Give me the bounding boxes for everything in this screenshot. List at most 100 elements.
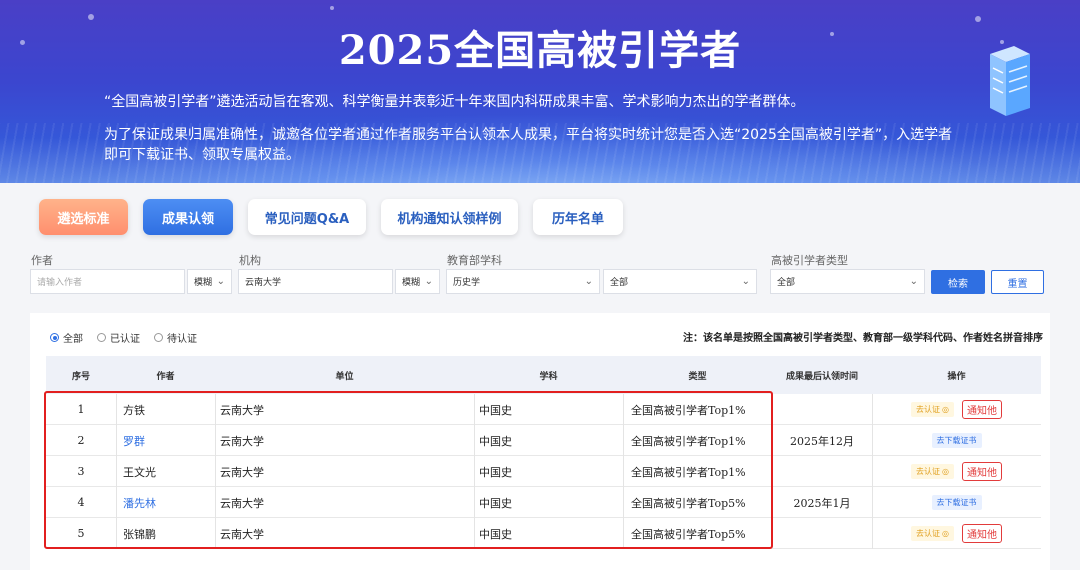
chevron-down-icon: ⌄ xyxy=(741,276,750,287)
row-claim-time xyxy=(772,456,872,487)
subject-sub-value: 全部 xyxy=(610,278,629,288)
type-filter-label: 高被引学者类型 xyxy=(771,254,848,267)
author-match-value: 模糊 xyxy=(194,278,213,288)
radio-label: 已认证 xyxy=(110,334,140,345)
banner-notice-cont: 即可下载证书、领取专属权益。 xyxy=(104,147,300,163)
divider xyxy=(474,456,475,487)
banner-notice: 为了保证成果归属准确性，诚邀各位学者通过作者服务平台认领本人成果，平台将实时统计… xyxy=(104,127,953,143)
subject-filter-label: 教育部学科 xyxy=(447,254,502,267)
row-type: 全国高被引学者Top5% xyxy=(631,496,746,510)
row-author: 王文光 xyxy=(123,465,156,479)
row-actions: 去认证 ◎ 通知他 xyxy=(872,518,1041,549)
subject-value: 历史学 xyxy=(453,278,481,288)
row-type: 全国高被引学者Top5% xyxy=(631,527,746,541)
radio-icon xyxy=(97,333,106,342)
table-header: 序号 作者 单位 学科 类型 成果最后认领时间 操作 xyxy=(46,356,1041,394)
go-verify-label: 去认证 xyxy=(916,467,940,476)
row-claim-time: 2025年1月 xyxy=(793,496,851,510)
row-subject: 中国史 xyxy=(479,496,512,510)
row-unit: 云南大学 xyxy=(220,465,264,479)
row-no: 4 xyxy=(77,496,85,509)
row-claim-time xyxy=(772,518,872,549)
notify-button[interactable]: 通知他 xyxy=(961,462,1002,481)
row-subject: 中国史 xyxy=(479,465,512,479)
row-type: 全国高被引学者Top1% xyxy=(631,465,746,479)
page-title: 2025全国高被引学者 xyxy=(338,27,742,74)
search-button[interactable]: 检索 xyxy=(931,270,985,294)
divider xyxy=(116,394,117,425)
divider xyxy=(116,518,117,549)
tab-org-notice-sample[interactable]: 机构通知认领样例 xyxy=(381,199,518,235)
radio-icon xyxy=(154,333,163,342)
divider xyxy=(116,425,117,456)
col-author: 作者 xyxy=(156,371,175,382)
subject-select[interactable]: 历史学 ⌄ xyxy=(446,269,600,294)
table-row: 2 罗群 云南大学 中国史 全国高被引学者Top1% 2025年12月 去下载证… xyxy=(46,425,1041,456)
row-author-link[interactable]: 潘先林 xyxy=(123,487,156,518)
row-author: 方铁 xyxy=(123,403,145,417)
table-row: 5 张锦鹏 云南大学 中国史 全国高被引学者Top5% 去认证 ◎ 通知他 xyxy=(46,518,1041,549)
divider xyxy=(623,518,624,549)
shield-check-icon: ◎ xyxy=(942,529,949,538)
row-author-link[interactable]: 罗群 xyxy=(123,425,145,456)
divider xyxy=(215,394,216,425)
table-row: 4 潘先林 云南大学 中国史 全国高被引学者Top5% 2025年1月 去下载证… xyxy=(46,487,1041,518)
tab-claim-results[interactable]: 成果认领 xyxy=(143,199,233,235)
radio-all[interactable]: 全部 xyxy=(50,330,83,345)
shield-check-icon: ◎ xyxy=(942,467,949,476)
chevron-down-icon: ⌄ xyxy=(216,276,225,287)
tab-past-lists[interactable]: 历年名单 xyxy=(533,199,623,235)
go-verify-button[interactable]: 去认证 ◎ xyxy=(911,526,954,541)
subject-sub-select[interactable]: 全部 ⌄ xyxy=(603,269,757,294)
banner: 2025全国高被引学者 “全国高被引学者”遴选活动旨在客观、科学衡量并表彰近十年… xyxy=(0,0,1080,183)
divider xyxy=(215,518,216,549)
org-match-value: 模糊 xyxy=(402,278,421,288)
row-no: 2 xyxy=(77,434,85,447)
col-subject: 学科 xyxy=(539,371,558,382)
row-claim-time xyxy=(772,394,872,425)
shield-check-icon: ◎ xyxy=(942,405,949,414)
go-verify-button[interactable]: 去认证 ◎ xyxy=(911,402,954,417)
notify-button[interactable]: 通知他 xyxy=(961,400,1002,419)
table-row: 1 方铁 云南大学 中国史 全国高被引学者Top1% 去认证 ◎ 通知他 xyxy=(46,394,1041,425)
col-no: 序号 xyxy=(71,371,90,382)
tab-faq[interactable]: 常见问题Q&A xyxy=(248,199,366,235)
download-certificate-button[interactable]: 去下载证书 xyxy=(931,433,982,448)
author-input[interactable]: 请输入作者 xyxy=(30,269,185,294)
divider xyxy=(116,487,117,518)
row-actions: 去下载证书 xyxy=(872,487,1041,518)
table-row: 3 王文光 云南大学 中国史 全国高被引学者Top1% 去认证 ◎ 通知他 xyxy=(46,456,1041,487)
org-input[interactable]: 云南大学 xyxy=(238,269,393,294)
row-subject: 中国史 xyxy=(479,403,512,417)
server-icon xyxy=(990,46,1030,116)
row-subject: 中国史 xyxy=(479,527,512,541)
notify-button[interactable]: 通知他 xyxy=(961,524,1002,543)
tab-selection-criteria[interactable]: 遴选标准 xyxy=(39,199,128,235)
go-verify-button[interactable]: 去认证 ◎ xyxy=(911,464,954,479)
org-match-select[interactable]: 模糊 ⌄ xyxy=(395,269,440,294)
radio-selected-icon xyxy=(50,333,59,342)
author-match-select[interactable]: 模糊 ⌄ xyxy=(187,269,232,294)
divider xyxy=(623,394,624,425)
row-no: 5 xyxy=(77,527,85,540)
type-select[interactable]: 全部 ⌄ xyxy=(770,269,925,294)
reset-button[interactable]: 重置 xyxy=(991,270,1044,294)
divider xyxy=(474,394,475,425)
chevron-down-icon: ⌄ xyxy=(584,276,593,287)
download-certificate-button[interactable]: 去下载证书 xyxy=(931,495,982,510)
row-unit: 云南大学 xyxy=(220,527,264,541)
row-claim-time: 2025年12月 xyxy=(790,434,854,448)
radio-pending[interactable]: 待认证 xyxy=(154,330,197,345)
col-action: 操作 xyxy=(947,371,966,382)
author-filter-label: 作者 xyxy=(31,254,53,267)
radio-verified[interactable]: 已认证 xyxy=(97,330,140,345)
divider xyxy=(215,487,216,518)
row-type: 全国高被引学者Top1% xyxy=(631,403,746,417)
col-type: 类型 xyxy=(688,371,707,382)
chevron-down-icon: ⌄ xyxy=(424,276,433,287)
col-claim-time: 成果最后认领时间 xyxy=(785,371,858,382)
row-type: 全国高被引学者Top1% xyxy=(631,434,746,448)
divider xyxy=(474,518,475,549)
divider xyxy=(215,425,216,456)
row-unit: 云南大学 xyxy=(220,434,264,448)
